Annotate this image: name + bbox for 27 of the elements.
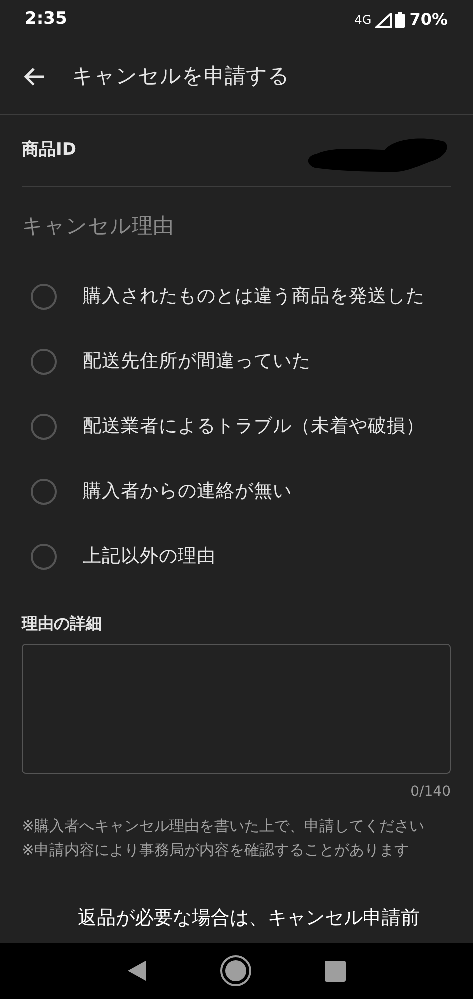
recents-nav-icon[interactable] [325, 960, 346, 982]
network-type: 4G [354, 12, 372, 29]
details-field[interactable] [22, 644, 451, 774]
note-text: ※購入者へキャンセル理由を書いた上で、申請してください [22, 816, 426, 836]
back-nav-icon[interactable] [126, 960, 147, 982]
character-counter: 0/140 [410, 782, 451, 802]
radio-option[interactable]: 購入者からの連絡が無い [0, 460, 473, 524]
radio-option[interactable]: 購入されたものとは違う商品を発送した [0, 264, 473, 330]
radio-option[interactable]: 上記以外の理由 [0, 524, 473, 590]
signal-icon [374, 12, 392, 28]
battery-percent: 70% [410, 9, 448, 31]
radio-button[interactable] [31, 284, 57, 310]
radio-button[interactable] [31, 349, 57, 375]
return-notice: 返品が必要な場合は、キャンセル申請前 [78, 906, 420, 928]
page-title: キャンセルを申請する [72, 63, 290, 90]
radio-button[interactable] [31, 414, 57, 440]
note-text: ※申請内容により事務局が内容を確認することがあります [22, 840, 411, 860]
status-time: 2:35 [25, 8, 68, 32]
radio-button[interactable] [31, 544, 57, 570]
product-id-label: 商品ID [22, 138, 76, 162]
radio-option[interactable]: 配送先住所が間違っていた [0, 330, 473, 394]
radio-button[interactable] [31, 479, 57, 505]
battery-icon [394, 12, 405, 28]
section-title: キャンセル理由 [22, 214, 174, 238]
radio-option[interactable]: 配送業者によるトラブル（未着や破損） [0, 394, 473, 460]
details-label: 理由の詳細 [22, 612, 103, 634]
home-nav-icon[interactable] [220, 955, 252, 987]
